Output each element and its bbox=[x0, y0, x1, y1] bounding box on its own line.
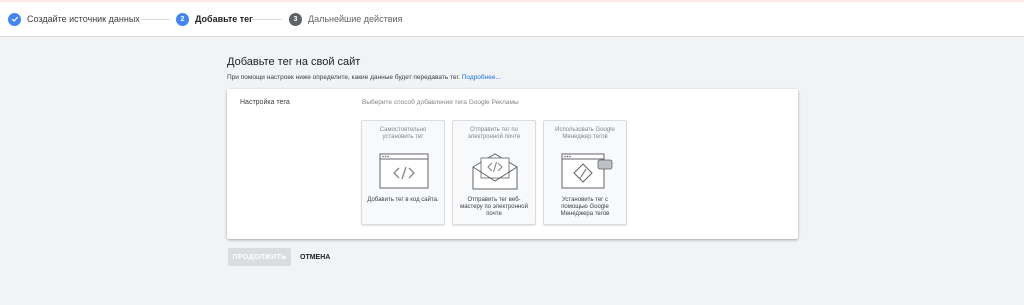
tag-setup-label: Настройка тега bbox=[240, 99, 290, 106]
option-email-tag[interactable]: Отправить тег по электронной почте Отпра… bbox=[452, 120, 536, 225]
option-tag-manager[interactable]: Использовать Google Менеджер тегов Устан… bbox=[543, 120, 627, 225]
option-install-yourself[interactable]: Самостоятельно установить тег Добавить т… bbox=[361, 120, 445, 225]
page-description: При помощи настроек ниже определите, как… bbox=[227, 74, 501, 81]
step-next-actions: 3 Дальнейшие действия bbox=[289, 11, 402, 27]
continue-button[interactable]: ПРОДОЛЖИТЬ bbox=[228, 248, 291, 266]
tag-manager-icon bbox=[558, 151, 614, 191]
option-caption: Отправить тег веб-мастеру по электронной… bbox=[460, 197, 528, 217]
code-browser-icon bbox=[376, 151, 432, 191]
step-add-tag: 2 Добавьте тег bbox=[176, 11, 253, 27]
cancel-button[interactable]: ОТМЕНА bbox=[296, 248, 334, 266]
page-title: Добавьте тег на свой сайт bbox=[227, 56, 361, 68]
learn-more-link[interactable]: Подробнее... bbox=[462, 74, 501, 81]
option-title: Отправить тег по электронной почте bbox=[467, 127, 521, 140]
step-connector bbox=[252, 19, 282, 20]
stepper: Создайте источник данных 2 Добавьте тег … bbox=[0, 2, 1024, 37]
step-connector bbox=[140, 19, 170, 20]
step-label: Добавьте тег bbox=[195, 14, 253, 24]
description-text: При помощи настроек ниже определите, как… bbox=[227, 74, 460, 81]
step-number-badge: 3 bbox=[289, 12, 302, 26]
check-icon bbox=[8, 12, 21, 26]
tag-method-instruction: Выберите способ добавления тега Google Р… bbox=[362, 99, 519, 106]
option-caption: Добавить тег в код сайта. bbox=[367, 197, 439, 203]
option-title: Самостоятельно установить тег bbox=[379, 127, 427, 140]
step-number-badge: 2 bbox=[176, 12, 189, 26]
email-code-icon bbox=[467, 151, 523, 191]
step-label: Создайте источник данных bbox=[27, 14, 140, 24]
step-label: Дальнейшие действия bbox=[308, 14, 403, 24]
option-caption: Установить тег с помощью Google Менеджер… bbox=[560, 197, 610, 217]
step-create-data-source[interactable]: Создайте источник данных bbox=[8, 11, 140, 27]
tag-setup-card: Настройка тега Выберите способ добавлени… bbox=[227, 89, 798, 239]
option-title: Использовать Google Менеджер тегов bbox=[555, 127, 615, 140]
